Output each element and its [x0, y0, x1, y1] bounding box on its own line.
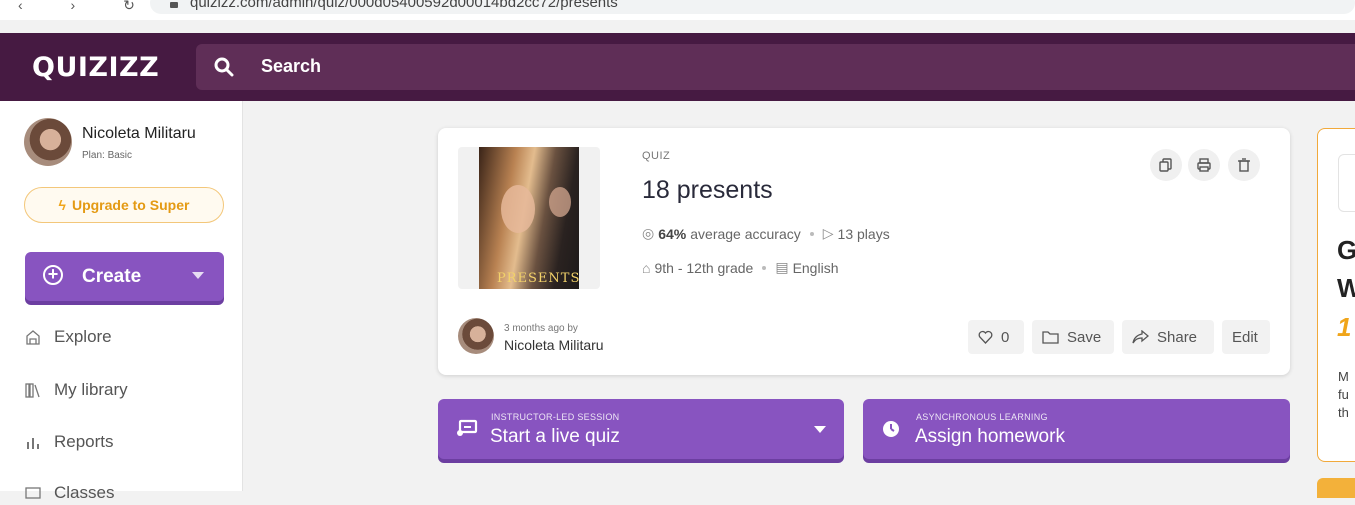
avatar[interactable] [24, 118, 72, 166]
sidebar-item-explore[interactable]: Explore [24, 325, 112, 349]
quizizz-logo[interactable]: QUIZIZZ [32, 52, 159, 83]
quiz-card: PRESENTS QUIZ 18 presents ◎ 64% average … [438, 128, 1290, 375]
promo-text-3: th [1338, 405, 1349, 420]
sidebar-item-label: My library [54, 380, 128, 399]
duplicate-button[interactable] [1150, 149, 1182, 181]
separator-dot [762, 265, 767, 270]
share-button[interactable]: Share [1122, 320, 1214, 354]
share-label: Share [1157, 328, 1198, 346]
print-button[interactable] [1188, 149, 1220, 181]
promo-heading-2: W [1337, 273, 1355, 304]
heart-icon [978, 330, 993, 344]
sidebar-item-my-library[interactable]: My library [24, 378, 128, 402]
print-icon [1197, 158, 1211, 172]
accuracy-label: average accuracy [690, 225, 801, 242]
search-bar[interactable]: Search [196, 44, 1355, 90]
quiz-meta: ⌂ 9th - 12th grade ▤ English [642, 259, 838, 276]
sidebar-item-label: Explore [54, 327, 112, 346]
live-caption: INSTRUCTOR-LED SESSION [491, 412, 620, 422]
grade-range: 9th - 12th grade [654, 259, 754, 276]
promo-button[interactable] [1317, 478, 1355, 498]
like-count: 0 [1001, 328, 1010, 346]
browser-address-bar: ‹ › ↻ quizizz.com/admin/quiz/000d0540059… [0, 0, 1355, 20]
user-name[interactable]: Nicoleta Militaru [82, 125, 196, 143]
start-live-quiz-button[interactable]: INSTRUCTOR-LED SESSION Start a live quiz [438, 399, 844, 459]
language: English [792, 259, 839, 276]
assign-homework-button[interactable]: ASYNCHRONOUS LEARNING Assign homework [863, 399, 1290, 459]
library-icon [25, 383, 40, 398]
promo-text-1: M [1338, 369, 1349, 384]
search-icon [214, 57, 234, 77]
promo-heading-1: G [1337, 235, 1355, 266]
poster-figure [501, 185, 535, 233]
upgrade-label: Upgrade to Super [71, 197, 190, 213]
live-label: Start a live quiz [490, 426, 620, 447]
language-icon: ▤ [775, 259, 789, 275]
user-plan: Plan: Basic [82, 150, 133, 161]
sidebar-item-classes[interactable]: Classes [24, 481, 114, 505]
like-button[interactable]: 0 [968, 320, 1024, 354]
poster-figure [549, 187, 571, 217]
accuracy-value: 64% [658, 225, 687, 242]
classes-icon [25, 487, 41, 499]
url-text[interactable]: quizizz.com/admin/quiz/000d05400592d0001… [190, 0, 618, 11]
chevron-down-icon[interactable] [814, 426, 826, 433]
folder-icon [1042, 331, 1059, 344]
sidebar-item-reports[interactable]: Reports [24, 430, 114, 454]
quiz-stats: ◎ 64% average accuracy ▷ 13 plays [642, 225, 890, 242]
promo-text-2: fu [1338, 387, 1349, 402]
sidebar: Nicoleta Militaru Plan: Basic ϟ Upgrade t… [0, 101, 243, 502]
sidebar-item-label: Reports [54, 432, 114, 451]
poster-image: PRESENTS [479, 147, 579, 289]
promo-panel[interactable]: G W 1 M fu th [1317, 128, 1355, 462]
chevron-down-icon[interactable] [192, 272, 204, 279]
author-avatar[interactable] [458, 318, 494, 354]
reports-icon [27, 438, 39, 449]
quiz-type: QUIZ [642, 150, 671, 162]
copy-icon [1159, 158, 1172, 172]
author-name[interactable]: Nicoleta Militaru [504, 337, 604, 353]
delete-button[interactable] [1228, 149, 1260, 181]
clock-icon [883, 421, 899, 437]
plays-count: 13 plays [837, 225, 890, 242]
save-label: Save [1067, 328, 1102, 346]
quiz-thumbnail[interactable]: PRESENTS [458, 147, 600, 289]
explore-icon [26, 330, 40, 345]
upgrade-button[interactable]: ϟ Upgrade to Super [24, 187, 224, 223]
edit-button[interactable]: Edit [1222, 320, 1270, 354]
sidebar-item-label: Classes [54, 483, 115, 502]
edit-label: Edit [1232, 328, 1258, 346]
trash-icon [1238, 158, 1250, 172]
promo-heading-3: 1 [1337, 312, 1352, 342]
play-icon: ▷ [822, 225, 834, 241]
hw-caption: ASYNCHRONOUS LEARNING [916, 412, 1048, 422]
created-ago: 3 months ago by [504, 323, 578, 334]
create-button[interactable]: + Create [25, 252, 224, 301]
target-icon: ◎ [642, 225, 655, 241]
browser-nav-icons[interactable]: ‹ › ↻ [18, 0, 157, 12]
plus-icon: + [43, 265, 63, 285]
share-icon [1132, 330, 1149, 344]
search-placeholder[interactable]: Search [261, 56, 321, 77]
presentation-icon [457, 419, 478, 436]
create-label: Create [82, 266, 142, 287]
quiz-title: 18 presents [642, 176, 773, 204]
save-button[interactable]: Save [1032, 320, 1114, 354]
graduation-cap-icon: ⌂ [642, 259, 651, 276]
promo-image [1338, 154, 1355, 212]
poster-title: PRESENTS [497, 271, 581, 286]
separator-dot [809, 231, 814, 236]
lock-icon [170, 2, 178, 8]
bolt-icon: ϟ [58, 197, 66, 213]
hw-label: Assign homework [915, 426, 1065, 447]
